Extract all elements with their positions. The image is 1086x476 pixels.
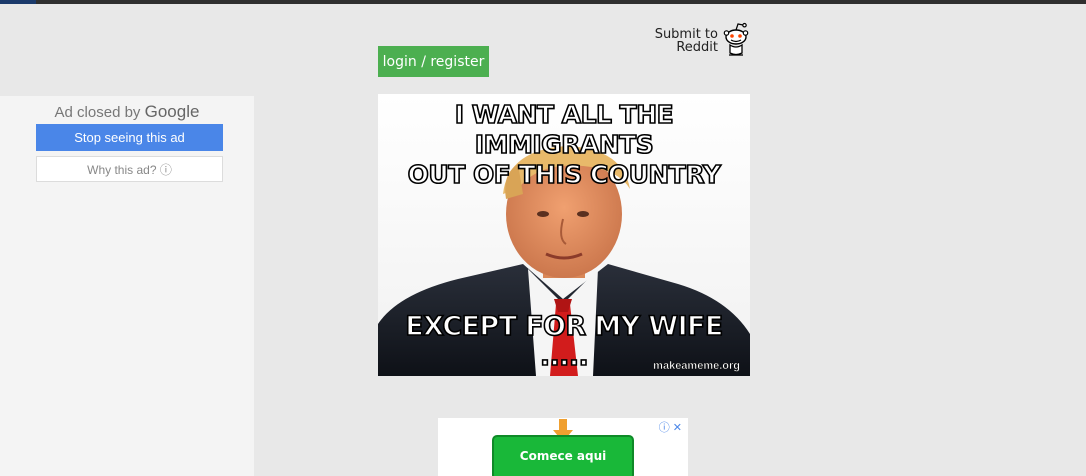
why-this-ad-button[interactable]: Why this ad? ⓘ: [36, 156, 223, 182]
reddit-alien-icon: [723, 22, 749, 56]
sidebar-ad-panel: Ad closed by Google Stop seeing this ad …: [0, 96, 254, 476]
login-register-button[interactable]: login / register: [378, 46, 489, 77]
meme-watermark: makeameme.org: [653, 360, 740, 372]
meme-image: I WANT ALL THE IMMIGRANTS OUT OF THIS CO…: [378, 94, 750, 376]
meme-top-line-2: OUT OF THIS COUNTRY: [407, 159, 722, 190]
meme-top-line-1: I WANT ALL THE IMMIGRANTS: [454, 99, 675, 160]
ad-info-close-icon[interactable]: ⓘ ✕: [659, 419, 682, 435]
bottom-ad-banner[interactable]: ⓘ ✕ Comece aqui: [438, 418, 688, 476]
google-logo-text: Google: [144, 102, 200, 121]
reddit-label: Submit to Reddit: [652, 22, 718, 54]
comece-aqui-button[interactable]: Comece aqui: [492, 435, 634, 476]
meme-top-caption: I WANT ALL THE IMMIGRANTS OUT OF THIS CO…: [378, 99, 750, 190]
submit-to-reddit-button[interactable]: Submit to Reddit: [652, 22, 756, 60]
stop-seeing-ad-button[interactable]: Stop seeing this ad: [36, 124, 223, 151]
ad-closed-notice: Ad closed by Google: [0, 102, 254, 122]
ad-closed-text: Ad closed by: [54, 104, 141, 121]
reddit-line-2: Reddit: [676, 40, 718, 55]
page-header: [0, 4, 1086, 96]
